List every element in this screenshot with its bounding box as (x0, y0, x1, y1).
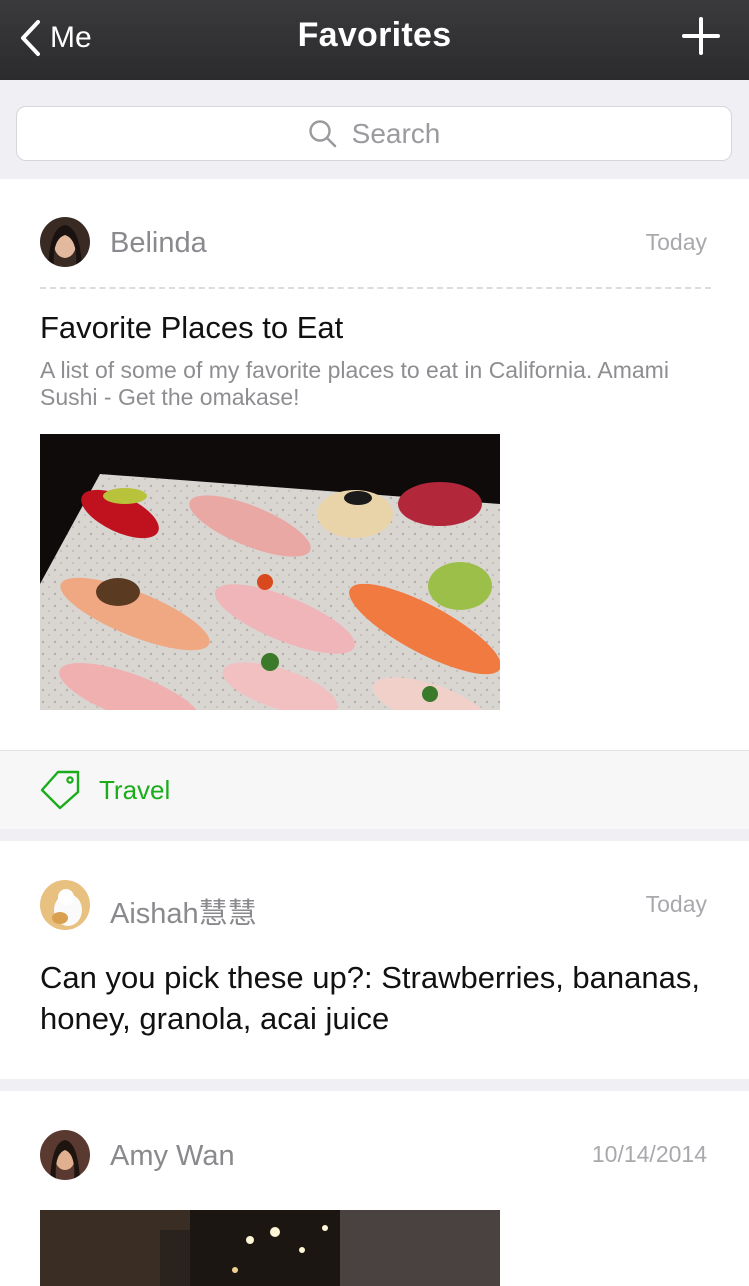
tag-icon (40, 770, 80, 810)
search-area: Search (0, 80, 749, 179)
note-text: Can you pick these up?: Strawberries, ba… (40, 960, 700, 1036)
page-title: Favorites (297, 16, 452, 54)
avatar (40, 217, 90, 267)
divider (40, 287, 711, 289)
note-title: Favorite Places to Eat (40, 310, 344, 345)
author-name: Amy Wan (110, 1140, 235, 1172)
avatar (40, 880, 90, 930)
avatar (40, 1130, 90, 1180)
favorite-item[interactable]: Belinda Today Favorite Places to Eat A l… (0, 179, 749, 829)
note-description: A list of some of my favorite places to … (40, 357, 669, 410)
favorite-item[interactable]: Aishah慧慧 Today Can you pick these up?: S… (0, 841, 749, 1079)
favorite-item[interactable]: Amy Wan 10/14/2014 (0, 1091, 749, 1286)
tag-label: Travel (99, 774, 171, 805)
plus-icon[interactable] (681, 16, 721, 56)
street-photo (40, 1210, 500, 1286)
navigation-bar: Me Favorites (0, 0, 749, 80)
tag-travel[interactable]: Travel (0, 750, 749, 829)
item-date: Today (645, 891, 707, 917)
author-name: Aishah慧慧 (110, 898, 257, 930)
search-icon (308, 119, 336, 147)
item-date: 10/14/2014 (591, 1141, 707, 1167)
sushi-photo (40, 434, 500, 710)
search-placeholder: Search (351, 117, 441, 149)
search-input[interactable]: Search (16, 106, 732, 161)
author-name: Belinda (110, 227, 207, 259)
item-date: Today (645, 229, 707, 255)
